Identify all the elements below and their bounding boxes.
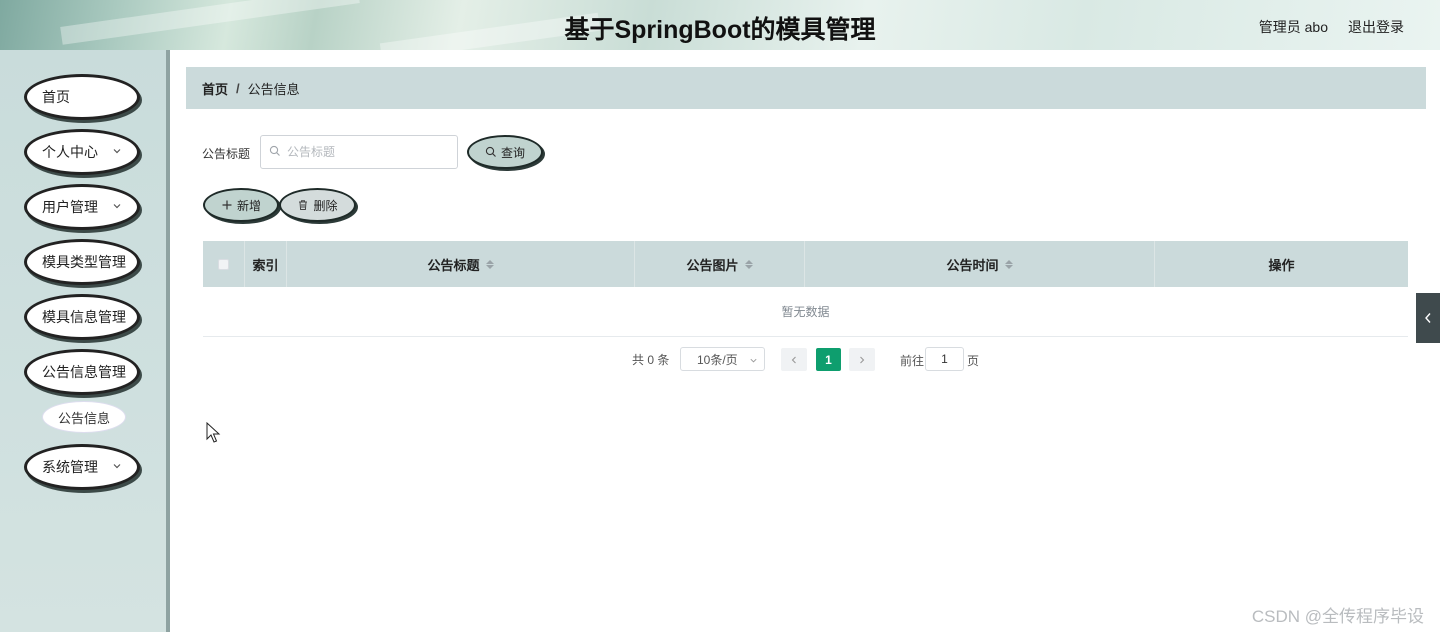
search-button-label: 查询 [500,145,525,160]
add-button[interactable]: 新增 [203,188,279,222]
logout-link[interactable]: 退出登录 [1348,17,1404,37]
sidebar-item-home[interactable]: 首页 [24,74,140,120]
page-number-current[interactable]: 1 [816,348,841,371]
search-label: 公告标题 [202,147,251,161]
table-header: 索引 公告标题 公告图片 公告时间 操作 [203,241,1408,287]
sidebar-item-label: 个人中心 [42,144,98,160]
goto-page-input[interactable] [925,347,964,371]
prev-page-button[interactable] [781,348,807,371]
table-empty-state: 暂无数据 [203,287,1408,337]
sort-icon[interactable] [485,259,494,269]
sort-icon[interactable] [1004,259,1013,269]
current-user: 管理员 abo [1258,19,1328,35]
next-page-button[interactable] [849,348,875,371]
column-header-actions: 操作 [1155,241,1408,287]
chevron-right-icon [860,356,865,363]
sidebar-item-user-management[interactable]: 用户管理 [24,184,140,230]
column-label: 操作 [1268,257,1295,273]
search-icon [485,146,496,157]
column-label: 公告时间 [946,257,999,273]
search-icon [269,145,280,156]
mouse-cursor-icon [206,422,221,443]
sidebar-item-label: 用户管理 [42,199,98,215]
notice-table: 索引 公告标题 公告图片 公告时间 操作 暂无数据 [203,241,1408,337]
app-header: 基于SpringBoot的模具管理 管理员 abo 退出登录 [0,0,1440,50]
goto-label: 前往 [900,354,925,368]
total-count: 共 0 条 [632,352,670,367]
column-header-image[interactable]: 公告图片 [635,241,805,287]
sidebar-item-mold-info-management[interactable]: 模具信息管理 [24,294,140,340]
sidebar-item-system-management[interactable]: 系统管理 [24,444,140,490]
watermark: CSDN @全传程序毕设 [1251,607,1424,626]
breadcrumb-separator: / [236,80,240,96]
app-title: 基于SpringBoot的模具管理 [564,16,876,44]
chevron-down-icon [750,358,757,363]
sidebar: 首页 个人中心 用户管理 模具类型管理 模具信息管理 公告信息管理 公告信息 系… [0,50,170,632]
sidebar-item-label: 模具类型管理 [42,254,126,270]
column-label: 索引 [252,257,279,273]
plus-icon [222,200,232,210]
search-input[interactable] [260,135,458,169]
page-size-select[interactable]: 10条/页 [680,347,765,371]
search-button[interactable]: 查询 [467,135,543,169]
sidebar-item-label: 公告信息管理 [42,364,126,380]
sidebar-item-label: 系统管理 [42,459,98,475]
select-all-cell [203,241,245,287]
chevron-down-icon [113,464,121,469]
sidebar-item-personal-center[interactable]: 个人中心 [24,129,140,175]
sidebar-item-label: 模具信息管理 [42,309,126,325]
chevron-down-icon [113,149,121,154]
drawer-toggle-button[interactable] [1416,293,1440,343]
goto-suffix: 页 [967,354,980,368]
column-header-time[interactable]: 公告时间 [805,241,1155,287]
chevron-left-icon [1425,313,1431,323]
delete-button-label: 删除 [313,198,338,213]
column-header-index: 索引 [245,241,287,287]
column-label: 公告标题 [427,257,480,273]
breadcrumb: 首页 / 公告信息 [186,67,1426,109]
breadcrumb-home[interactable]: 首页 [202,79,228,98]
sidebar-item-label: 首页 [42,89,70,105]
select-all-checkbox[interactable] [218,258,229,270]
chevron-left-icon [791,356,796,363]
sidebar-subitem-notice-info[interactable]: 公告信息 [42,401,126,433]
sidebar-item-notice-management[interactable]: 公告信息管理 [24,349,140,395]
pagination-total: 共 0 条 [632,347,669,371]
breadcrumb-current: 公告信息 [247,81,300,97]
column-label: 公告图片 [686,257,739,273]
sort-icon[interactable] [744,259,753,269]
add-button-label: 新增 [236,198,261,213]
delete-button[interactable]: 删除 [279,188,356,222]
page-size-value: 10条/页 [697,352,738,367]
trash-icon [299,200,308,210]
chevron-down-icon [113,204,121,209]
column-header-title[interactable]: 公告标题 [287,241,635,287]
sidebar-item-mold-type-management[interactable]: 模具类型管理 [24,239,140,285]
